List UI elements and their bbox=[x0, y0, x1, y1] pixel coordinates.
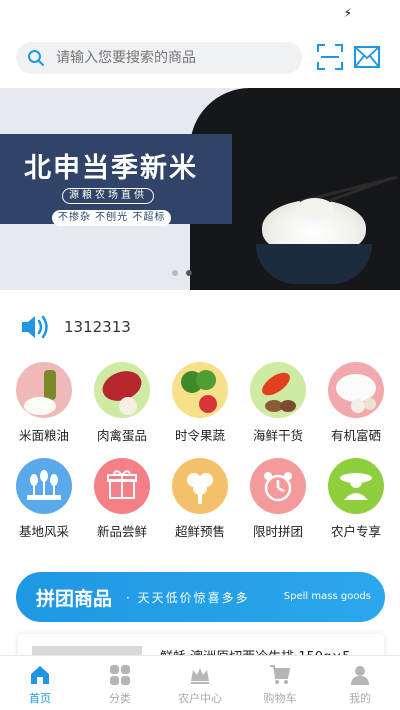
category-item[interactable]: 基地风采 bbox=[14, 458, 74, 540]
scan-icon[interactable] bbox=[317, 44, 343, 70]
user-icon bbox=[349, 664, 371, 686]
category-label: 米面粮油 bbox=[18, 428, 69, 443]
category-label: 海鲜干货 bbox=[252, 428, 303, 443]
category-label: 基地风采 bbox=[18, 524, 69, 539]
tree-icon bbox=[172, 458, 228, 514]
banner-title: 北申当季新米 bbox=[24, 153, 198, 184]
category-item[interactable]: 肉禽蛋品 bbox=[92, 362, 152, 444]
category-item[interactable]: 农户专享 bbox=[326, 458, 386, 540]
category-item[interactable]: 新品尝鲜 bbox=[92, 458, 152, 540]
category-item[interactable]: 时令果蔬 bbox=[170, 362, 230, 444]
tab-cart[interactable]: 购物车 bbox=[240, 656, 320, 710]
wheat-icon bbox=[16, 458, 72, 514]
seafood-icon bbox=[250, 362, 306, 418]
category-item[interactable]: 限时拼团 bbox=[248, 458, 308, 540]
speaker-icon bbox=[20, 313, 52, 341]
oil-rice-icon bbox=[16, 362, 72, 418]
category-item[interactable]: 有机富硒 bbox=[326, 362, 386, 444]
cart-icon bbox=[269, 664, 291, 686]
tab-profile[interactable]: 我的 bbox=[320, 656, 400, 710]
rice-lump-image bbox=[296, 198, 334, 220]
tab-label: 我的 bbox=[349, 692, 371, 705]
category-item[interactable]: 米面粮油 bbox=[14, 362, 74, 444]
alarm-clock-icon bbox=[250, 458, 306, 514]
banner-tagline: 不掺杂 不刨光 不超标 bbox=[52, 210, 172, 226]
tab-farmer-center[interactable]: 农户中心 bbox=[160, 656, 240, 710]
category-label: 农户专享 bbox=[330, 524, 381, 539]
category-label: 新品尝鲜 bbox=[96, 524, 147, 539]
promo-banner[interactable]: 北申当季新米 源粮农场直供 不掺杂 不刨光 不超标 bbox=[0, 88, 400, 290]
tab-label: 分类 bbox=[109, 692, 131, 705]
grid-icon bbox=[109, 664, 131, 686]
search-icon bbox=[16, 49, 56, 67]
group-buy-subtitle: · 天天低价惊喜多多 bbox=[126, 591, 250, 605]
group-buy-title: 拼团商品 bbox=[36, 588, 113, 610]
category-label: 有机富硒 bbox=[330, 428, 381, 443]
home-icon bbox=[29, 664, 51, 686]
crown-icon bbox=[189, 664, 211, 686]
group-buy-banner[interactable]: 拼团商品 · 天天低价惊喜多多 Spell mass goods bbox=[16, 572, 385, 622]
category-label: 超鲜预售 bbox=[174, 524, 225, 539]
tab-label: 首页 bbox=[29, 692, 51, 705]
category-item[interactable]: 超鲜预售 bbox=[170, 458, 230, 540]
organic-icon bbox=[328, 362, 384, 418]
tab-category[interactable]: 分类 bbox=[80, 656, 160, 710]
search-row bbox=[0, 40, 400, 76]
vegetable-icon bbox=[172, 362, 228, 418]
search-bar[interactable] bbox=[16, 42, 302, 74]
gift-icon bbox=[94, 458, 150, 514]
tab-label: 农户中心 bbox=[178, 692, 222, 705]
notice-text: 1312313 bbox=[64, 318, 131, 336]
app-screen: ⚡ 北申当季新米 源粮农场直供 不掺杂 不刨光 不超标 bbox=[0, 0, 400, 710]
meat-icon bbox=[94, 362, 150, 418]
tab-home[interactable]: 首页 bbox=[0, 656, 80, 710]
bottom-tab-bar: 首页 分类 农户中心 购物车 我的 bbox=[0, 655, 400, 710]
status-bar: ⚡ bbox=[0, 0, 400, 30]
carousel-dot-active[interactable] bbox=[186, 270, 192, 276]
group-buy-english: Spell mass goods bbox=[283, 591, 371, 602]
category-label: 时令果蔬 bbox=[174, 428, 225, 443]
category-label: 限时拼团 bbox=[252, 524, 303, 539]
category-item[interactable]: 海鲜干货 bbox=[248, 362, 308, 444]
carousel-dot[interactable] bbox=[172, 270, 178, 276]
notice-bar[interactable]: 1312313 bbox=[0, 312, 400, 342]
flash-icon: ⚡ bbox=[343, 6, 352, 20]
tab-label: 购物车 bbox=[263, 692, 297, 705]
group-buy-subtitle-text: 天天低价惊喜多多 bbox=[137, 591, 250, 605]
farmer-icon bbox=[328, 458, 384, 514]
search-input[interactable] bbox=[56, 50, 276, 66]
message-icon[interactable] bbox=[354, 46, 380, 70]
category-label: 肉禽蛋品 bbox=[96, 428, 147, 443]
banner-subtitle: 源粮农场直供 bbox=[62, 188, 154, 204]
